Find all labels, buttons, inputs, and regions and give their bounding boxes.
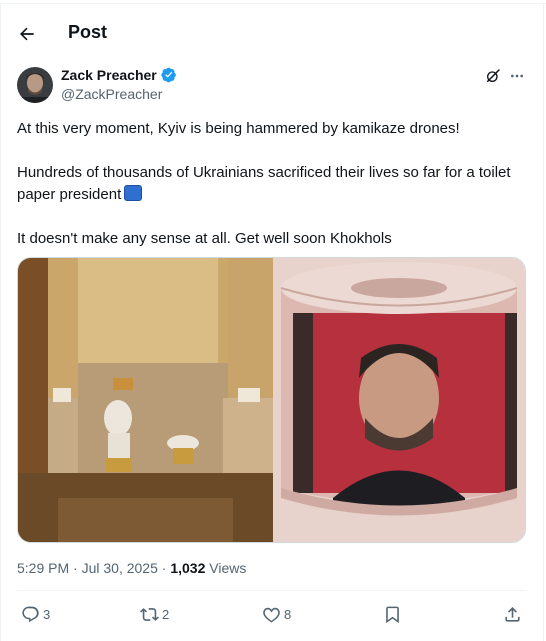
- grok-icon: [486, 69, 500, 83]
- repost-button[interactable]: 2: [140, 602, 169, 626]
- repost-icon: [140, 607, 159, 621]
- more-options-button[interactable]: [507, 66, 527, 86]
- page-title: Post: [68, 22, 108, 42]
- share-button[interactable]: [503, 602, 522, 626]
- repost-count: 2: [162, 606, 170, 622]
- arrow-left-icon: [20, 27, 34, 41]
- post-meta: 5:29 PM · Jul 30, 2025 · 1,032 Views: [17, 560, 246, 576]
- action-bar: 3 2 8: [17, 602, 527, 626]
- post-paragraph: It doesn't make any sense at all. Get we…: [17, 230, 392, 247]
- like-button[interactable]: 8: [262, 602, 291, 626]
- views-count: 1,032: [170, 560, 206, 576]
- author-handle[interactable]: @ZackPreacher: [61, 86, 162, 102]
- verified-badge-icon: [161, 67, 176, 83]
- heart-icon: [263, 607, 280, 622]
- meta-separator: ·: [157, 560, 171, 576]
- author-display-name[interactable]: Zack Preacher: [61, 67, 157, 83]
- like-count: 8: [284, 606, 292, 622]
- post-paragraph: Hundreds of thousands of Ukrainians sacr…: [17, 162, 525, 206]
- post-timestamp[interactable]: 5:29 PM · Jul 30, 2025: [17, 560, 158, 576]
- media-grid: [17, 257, 526, 543]
- bathroom-photo[interactable]: [18, 258, 273, 542]
- grok-button[interactable]: [483, 66, 503, 86]
- actions-divider: [17, 590, 526, 591]
- emoji-icon: [124, 185, 143, 201]
- reply-count: 3: [43, 606, 51, 622]
- post-body: At this very moment, Kyiv is being hamme…: [17, 118, 525, 250]
- share-icon: [505, 606, 520, 622]
- author-name-row[interactable]: Zack Preacher: [61, 67, 177, 83]
- more-dots-icon: [511, 74, 523, 78]
- post-paragraph: At this very moment, Kyiv is being hamme…: [17, 120, 460, 137]
- page-header: Post: [0, 14, 544, 54]
- bookmark-icon: [386, 606, 399, 623]
- views-label: Views: [205, 560, 247, 576]
- back-button[interactable]: [13, 20, 41, 48]
- bookmark-button[interactable]: [383, 602, 402, 626]
- toilet-paper-photo[interactable]: [273, 258, 525, 542]
- reply-button[interactable]: 3: [21, 602, 50, 626]
- post-paragraph-text: Hundreds of thousands of Ukrainians sacr…: [17, 164, 511, 203]
- avatar[interactable]: [17, 67, 53, 103]
- reply-icon: [22, 606, 39, 622]
